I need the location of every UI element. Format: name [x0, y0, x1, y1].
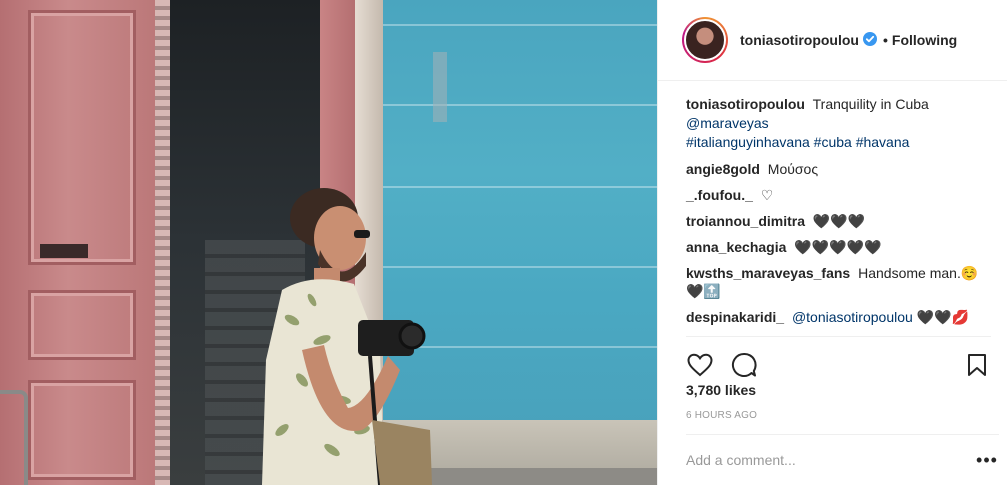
comment-bubble-icon[interactable] — [730, 351, 758, 379]
comment-username[interactable]: kwsths_maraveyas_fans — [686, 265, 850, 281]
comment-item: _.foufou._ ♡ — [686, 186, 991, 204]
separator-dot: • — [882, 32, 888, 48]
comment-item: despinakaridi_ @toniasotiropoulou 🖤🖤💋 — [686, 308, 991, 326]
comment-input[interactable] — [686, 452, 975, 468]
comment-username[interactable]: angie8gold — [686, 161, 760, 177]
bookmark-icon[interactable] — [963, 351, 991, 379]
comment-mention[interactable]: @toniasotiropoulou — [792, 309, 913, 325]
header-username[interactable]: toniasotiropoulou — [740, 32, 859, 48]
comment-text: ♡ — [760, 187, 774, 203]
post-timestamp[interactable]: 6 HOURS AGO — [686, 410, 757, 421]
post-caption: toniasotiropoulou Tranquility in Cuba @m… — [686, 95, 991, 152]
comment-text: Handsome man.☺️ — [858, 265, 979, 281]
comment-text: 🖤🖤💋 — [916, 309, 969, 325]
post-side-panel: toniasotiropoulou • Following toniasotir… — [657, 0, 1007, 485]
comment-username[interactable]: troiannou_dimitra — [686, 213, 805, 229]
comment-username[interactable]: despinakaridi_ — [686, 309, 784, 325]
comment-item: kwsths_maraveyas_fans Handsome man.☺️ 🖤🔝 — [686, 264, 991, 300]
likes-count[interactable]: 3,780 likes — [686, 382, 756, 398]
comment-item: troiannou_dimitra 🖤🖤🖤 — [686, 212, 991, 230]
action-bar — [686, 336, 991, 384]
comment-text-continued: 🖤🔝 — [686, 283, 721, 299]
comment-item: angie8gold Μούσος — [686, 160, 991, 178]
comment-username[interactable]: _.foufou._ — [686, 187, 753, 203]
verified-badge-icon — [862, 31, 877, 49]
following-button[interactable]: Following — [892, 32, 957, 48]
railing — [0, 390, 28, 485]
post-photo[interactable] — [0, 0, 657, 485]
comment-text: Μούσος — [767, 161, 819, 177]
caption-username[interactable]: toniasotiropoulou — [686, 96, 805, 112]
caption-text: Tranquility in Cuba — [812, 96, 929, 112]
caption-mention[interactable]: @maraveyas — [686, 114, 991, 133]
heart-icon[interactable] — [686, 351, 714, 379]
caption-hashtags[interactable]: #italianguyinhavana #cuba #havana — [686, 133, 991, 152]
more-options-icon[interactable]: ••• — [975, 450, 999, 471]
comments-list: toniasotiropoulou Tranquility in Cuba @m… — [658, 81, 1007, 333]
comment-text: 🖤🖤🖤🖤🖤 — [794, 239, 882, 255]
man-with-camera — [262, 188, 432, 485]
comment-item: anna_kechagia 🖤🖤🖤🖤🖤 — [686, 238, 991, 256]
instagram-post: toniasotiropoulou • Following toniasotir… — [0, 0, 1007, 485]
add-comment-bar: ••• — [686, 434, 999, 485]
comment-text: 🖤🖤🖤 — [812, 213, 866, 229]
post-header: toniasotiropoulou • Following — [658, 0, 1007, 81]
avatar[interactable] — [682, 17, 728, 63]
comment-username[interactable]: anna_kechagia — [686, 239, 786, 255]
